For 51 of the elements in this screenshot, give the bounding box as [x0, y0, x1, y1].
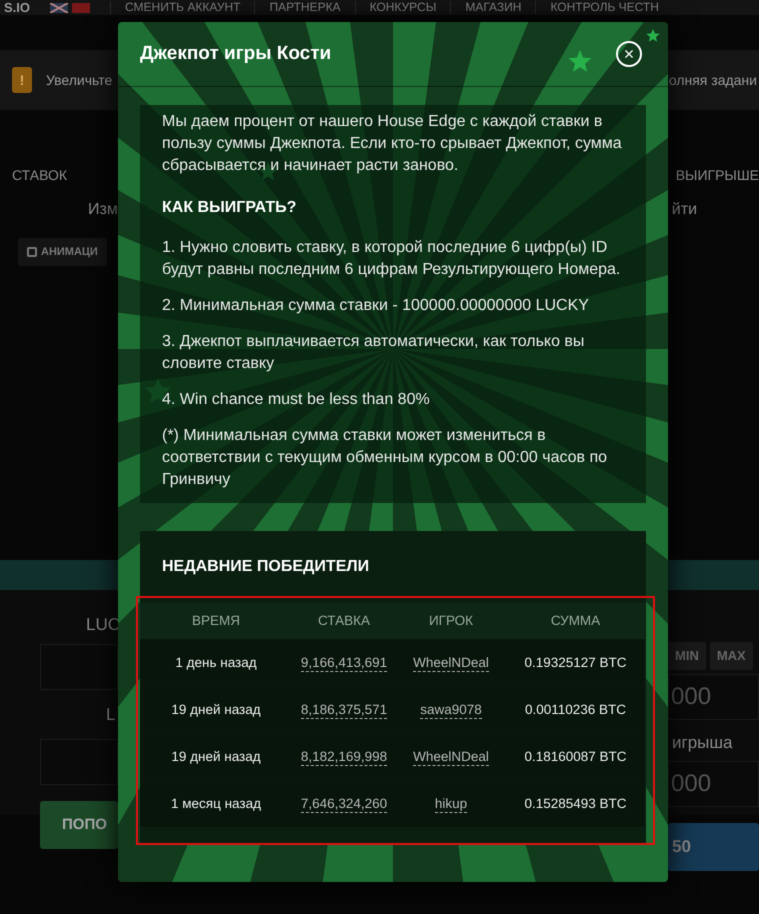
nav-link[interactable]: СМЕНИТЬ АККАУНТ [110, 1, 254, 14]
bet-field[interactable] [40, 644, 118, 690]
alert-text: олняя задани [668, 70, 757, 90]
link-text[interactable]: Изм [88, 198, 118, 222]
rule-text: 4. Win chance must be less than 80% [162, 390, 431, 410]
section-heading: НЕДАВНИЕ ПОБЕДИТЕЛИ [161, 557, 370, 577]
modal-title: Джекпот игры Кости [140, 42, 332, 66]
rule-text: 2. Минимальная сумма ставки - 100000.00000000 LUCKY [162, 296, 590, 316]
rule-text: 3. Джекпот выплачивается автоматически, как только вы словите ставку [162, 332, 586, 374]
nav-link[interactable]: ПАРТНЕРКА [254, 1, 355, 14]
payout-field[interactable]: 000 [668, 761, 759, 807]
action-button[interactable]: 50 [668, 823, 759, 871]
table-cell: 0.19325127 BTC [506, 639, 645, 686]
animation-toggle[interactable]: АНИМАЦИ [18, 238, 107, 266]
link-text[interactable]: йти [672, 198, 697, 222]
player-link[interactable]: hikup [434, 796, 468, 812]
star-icon [568, 50, 592, 72]
table-cell: 0.00110236 BTC [506, 686, 645, 733]
close-button[interactable]: × [616, 41, 642, 67]
payout-field[interactable] [40, 739, 118, 785]
table-cell: 19 дней назад [140, 686, 292, 733]
max-button[interactable]: MAX [710, 642, 753, 670]
rule-text: 1. Нужно словить ставку, в которой последние 6 цифр(ы) ID будут равны последним 6 цифрам Результирующего Номера. [162, 238, 622, 280]
min-button[interactable]: MIN [668, 642, 706, 670]
nav-link[interactable]: КОНКУРСЫ [354, 1, 450, 14]
roll-button[interactable]: ПОПО [40, 801, 118, 849]
table-cell: 19 дней назад [140, 733, 292, 780]
flag-icon[interactable] [50, 2, 90, 12]
warning-icon: ! [12, 67, 32, 93]
table-cell: 0.15285493 BTC [506, 780, 645, 827]
star-icon [646, 29, 660, 42]
nav-link[interactable]: КОНТРОЛЬ ЧЕСТН [535, 1, 659, 14]
field-label: игрыша [672, 732, 734, 754]
field-label: LUC [86, 614, 118, 636]
bet-field[interactable]: 000 [668, 674, 759, 720]
column-header: СТАВКА [292, 603, 396, 639]
column-header: СУММА [506, 603, 645, 639]
table-cell: 0.18160087 BTC [506, 733, 645, 780]
intro-text: Мы даем процент от нашего House Edge с каждой ставки в пользу суммы Джекпота. Если кто-то срывает Джекпот, сумма сбрасывается и начинает расти заново. [162, 112, 623, 176]
section-heading: КАК ВЫИГРАТЬ? [162, 198, 298, 218]
table-cell: 1 месяц назад [140, 780, 292, 827]
table-cell: 1 день назад [140, 639, 292, 686]
column-header: ВРЕМЯ [140, 603, 292, 639]
column-heading: СТАВОК [11, 166, 67, 185]
alert-text: Увеличьте [46, 70, 112, 90]
rule-text: (*) Минимальная сумма ставки может измениться в соответствии с текущим обменным курсом в 00:00 часов по Гринвичу [162, 426, 608, 490]
column-heading: ВЫИГРЫШЕ [676, 166, 759, 185]
field-label: L [106, 704, 116, 726]
nav-link[interactable]: МАГАЗИН [450, 1, 536, 14]
column-header: ИГРОК [396, 603, 506, 639]
site-logo[interactable]: S.IO [4, 0, 30, 14]
